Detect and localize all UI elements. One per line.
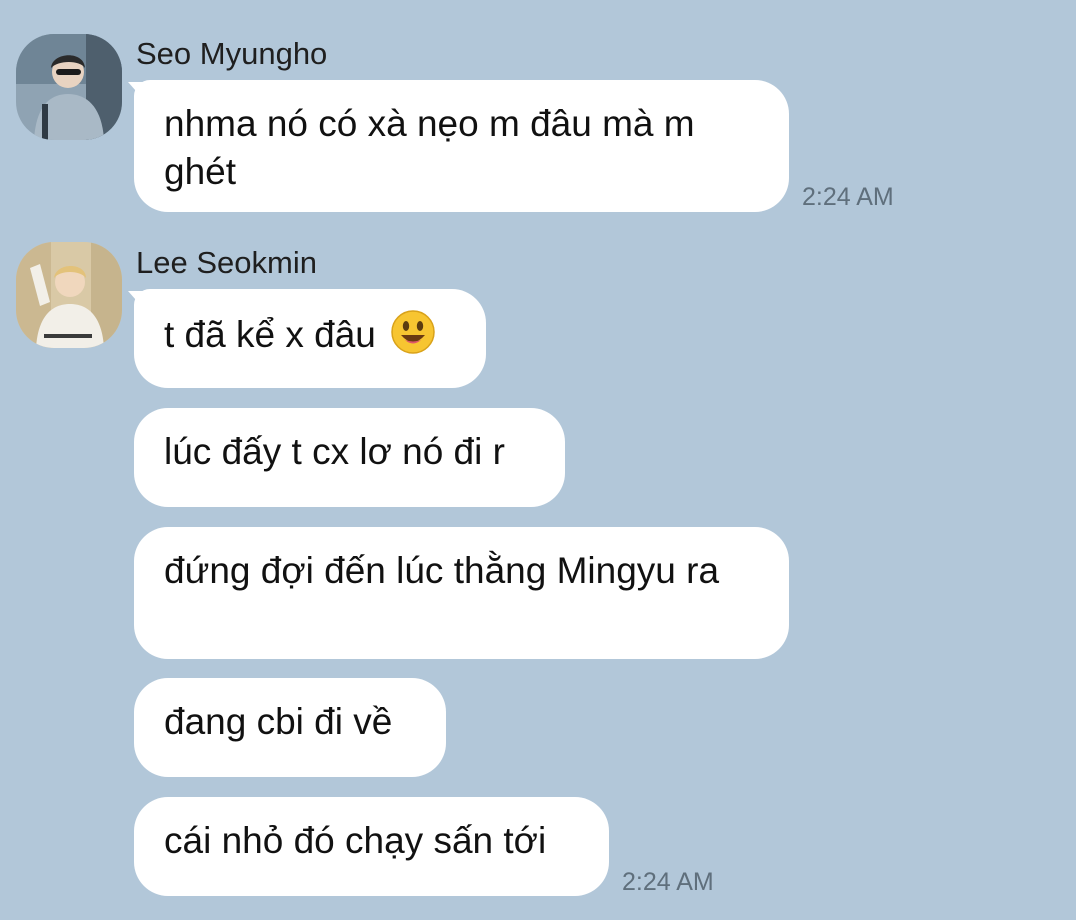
- message-text: đang cbi đi về: [164, 701, 393, 742]
- chat-area[interactable]: Seo Myungho nhma nó có xà nẹo m đâu mà m…: [0, 0, 1076, 920]
- message-text: nhma nó có xà nẹo m đâu mà m ghét: [164, 103, 695, 192]
- message-timestamp: 2:24 AM: [802, 183, 894, 211]
- message-text: t đã kể x đâu: [164, 314, 376, 355]
- message-text: lúc đấy t cx lơ nó đi r: [164, 431, 505, 472]
- message-bubble[interactable]: t đã kể x đâu: [134, 289, 486, 388]
- message-timestamp: 2:24 AM: [622, 868, 714, 896]
- message-text: cái nhỏ đó chạy sấn tới: [164, 820, 547, 861]
- profile-photo-icon: [16, 242, 122, 348]
- message-bubble[interactable]: đứng đợi đến lúc thằng Mingyu ra: [134, 527, 789, 659]
- message-bubble[interactable]: lúc đấy t cx lơ nó đi r: [134, 408, 565, 507]
- sender-name: Seo Myungho: [136, 36, 328, 71]
- avatar-seo-myungho[interactable]: [16, 34, 122, 140]
- profile-photo-icon: [16, 34, 122, 140]
- message-bubble[interactable]: đang cbi đi về: [134, 678, 446, 777]
- avatar-lee-seokmin[interactable]: [16, 242, 122, 348]
- message-bubble[interactable]: nhma nó có xà nẹo m đâu mà m ghét: [134, 80, 789, 212]
- message-text: đứng đợi đến lúc thằng Mingyu ra: [164, 550, 720, 591]
- sender-name: Lee Seokmin: [136, 245, 317, 280]
- message-bubble[interactable]: cái nhỏ đó chạy sấn tới: [134, 797, 609, 896]
- smiling-face-emoji: [391, 310, 435, 354]
